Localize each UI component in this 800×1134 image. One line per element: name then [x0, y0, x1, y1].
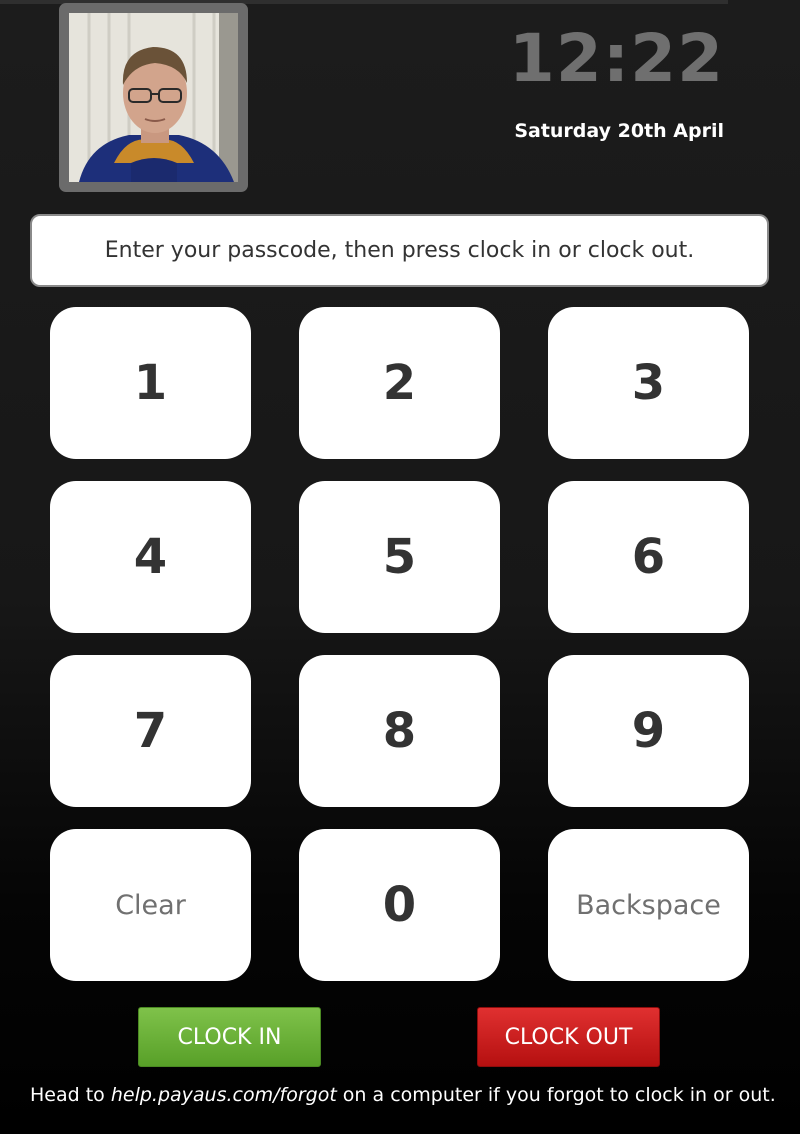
keypad-key-8[interactable]: 8 — [299, 655, 500, 807]
footer-prefix: Head to — [30, 1084, 111, 1106]
key-label: 1 — [133, 355, 168, 411]
keypad-key-6[interactable]: 6 — [548, 481, 749, 633]
user-photo-frame — [59, 3, 248, 192]
clear-button[interactable]: Clear — [50, 829, 251, 981]
clock-time: 12:22 — [508, 20, 724, 97]
keypad-key-3[interactable]: 3 — [548, 307, 749, 459]
webcam-photo — [69, 13, 238, 182]
key-label: 0 — [382, 877, 417, 933]
help-footer: Head to help.payaus.com/forgot on a comp… — [30, 1084, 790, 1106]
keypad-key-5[interactable]: 5 — [299, 481, 500, 633]
key-label: Backspace — [576, 889, 721, 921]
key-label: 6 — [631, 529, 666, 585]
key-label: 5 — [382, 529, 417, 585]
key-label: 2 — [382, 355, 417, 411]
key-label: 4 — [133, 529, 168, 585]
keypad-key-4[interactable]: 4 — [50, 481, 251, 633]
keypad-key-0[interactable]: 0 — [299, 829, 500, 981]
keypad-key-7[interactable]: 7 — [50, 655, 251, 807]
key-label: 8 — [382, 703, 417, 759]
clock-date: Saturday 20th April — [514, 120, 724, 142]
footer-suffix: on a computer if you forgot to clock in … — [336, 1084, 776, 1106]
key-label: 7 — [133, 703, 168, 759]
key-label: Clear — [115, 889, 186, 921]
key-label: 3 — [631, 355, 666, 411]
instruction-message: Enter your passcode, then press clock in… — [30, 214, 769, 287]
key-label: 9 — [631, 703, 666, 759]
keypad-key-2[interactable]: 2 — [299, 307, 500, 459]
help-link[interactable]: help.payaus.com/forgot — [111, 1084, 337, 1106]
keypad-key-1[interactable]: 1 — [50, 307, 251, 459]
backspace-button[interactable]: Backspace — [548, 829, 749, 981]
clock-in-button[interactable]: CLOCK IN — [138, 1007, 321, 1067]
keypad-key-9[interactable]: 9 — [548, 655, 749, 807]
clock-out-button[interactable]: CLOCK OUT — [477, 1007, 660, 1067]
